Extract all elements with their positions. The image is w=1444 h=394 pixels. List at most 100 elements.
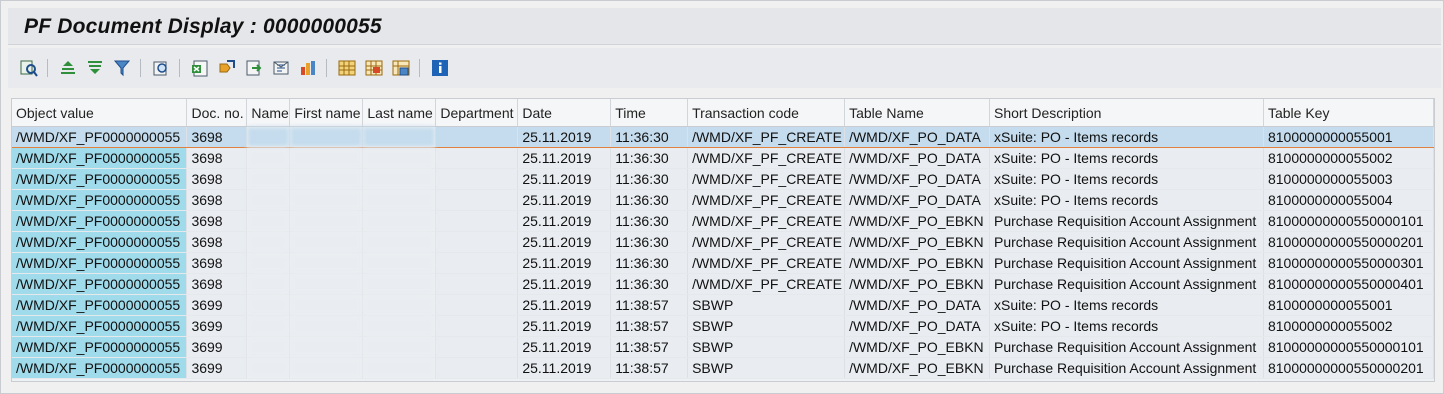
cell-date[interactable]: 25.11.2019 bbox=[517, 315, 612, 337]
cell-table-key[interactable]: 8100000000055001 bbox=[1263, 294, 1434, 316]
sort-descending-icon[interactable] bbox=[84, 57, 106, 79]
cell-time[interactable]: 11:38:57 bbox=[610, 315, 689, 337]
cell-short-description[interactable]: Purchase Requisition Account Assignment bbox=[989, 231, 1264, 253]
change-layout-icon[interactable] bbox=[336, 57, 358, 79]
cell-date[interactable]: 25.11.2019 bbox=[517, 210, 612, 232]
cell-name[interactable] bbox=[246, 231, 291, 253]
cell-name[interactable] bbox=[246, 210, 291, 232]
cell-short-description[interactable]: Purchase Requisition Account Assignment bbox=[989, 336, 1264, 358]
cell-last-name[interactable] bbox=[362, 252, 437, 274]
cell-table-name[interactable]: /WMD/XF_PO_EBKN bbox=[844, 210, 991, 232]
cell-transaction-code[interactable]: /WMD/XF_PF_CREATE bbox=[687, 147, 846, 169]
table-row[interactable]: /WMD/XF_PF0000000055 3699 25.11.2019 11:38:… bbox=[12, 357, 1434, 379]
cell-object-value[interactable]: /WMD/XF_PF0000000055 bbox=[12, 336, 188, 358]
sort-ascending-icon[interactable] bbox=[57, 57, 79, 79]
export-spreadsheet-icon[interactable] bbox=[189, 57, 211, 79]
cell-department[interactable] bbox=[435, 147, 519, 169]
cell-date[interactable]: 25.11.2019 bbox=[517, 126, 612, 148]
word-processing-icon[interactable] bbox=[216, 57, 238, 79]
cell-department[interactable] bbox=[435, 126, 519, 148]
cell-time[interactable]: 11:36:30 bbox=[610, 210, 689, 232]
cell-first-name[interactable] bbox=[289, 189, 364, 211]
filter-icon[interactable] bbox=[111, 57, 133, 79]
cell-last-name[interactable] bbox=[362, 336, 437, 358]
cell-date[interactable]: 25.11.2019 bbox=[517, 189, 612, 211]
cell-object-value[interactable]: /WMD/XF_PF0000000055 bbox=[12, 357, 188, 379]
cell-time[interactable]: 11:36:30 bbox=[610, 189, 689, 211]
cell-table-key[interactable]: 81000000000550000101 bbox=[1263, 210, 1434, 232]
cell-last-name[interactable] bbox=[362, 168, 437, 190]
cell-department[interactable] bbox=[435, 252, 519, 274]
cell-last-name[interactable] bbox=[362, 294, 437, 316]
cell-name[interactable] bbox=[246, 273, 291, 295]
cell-date[interactable]: 25.11.2019 bbox=[517, 147, 612, 169]
graphic-icon[interactable] bbox=[297, 57, 319, 79]
cell-last-name[interactable] bbox=[362, 273, 437, 295]
cell-first-name[interactable] bbox=[289, 231, 364, 253]
cell-department[interactable] bbox=[435, 168, 519, 190]
cell-date[interactable]: 25.11.2019 bbox=[517, 336, 612, 358]
cell-doc-no[interactable]: 3698 bbox=[186, 273, 248, 295]
cell-department[interactable] bbox=[435, 189, 519, 211]
cell-table-key[interactable]: 8100000000055002 bbox=[1263, 315, 1434, 337]
cell-transaction-code[interactable]: SBWP bbox=[687, 357, 846, 379]
cell-table-key[interactable]: 81000000000550000301 bbox=[1263, 252, 1434, 274]
cell-table-key[interactable]: 8100000000055001 bbox=[1263, 126, 1434, 148]
cell-object-value[interactable]: /WMD/XF_PF0000000055 bbox=[12, 210, 188, 232]
cell-doc-no[interactable]: 3699 bbox=[186, 315, 248, 337]
cell-doc-no[interactable]: 3698 bbox=[186, 210, 248, 232]
cell-time[interactable]: 11:36:30 bbox=[610, 231, 689, 253]
cell-name[interactable] bbox=[246, 189, 291, 211]
cell-object-value[interactable]: /WMD/XF_PF0000000055 bbox=[12, 231, 188, 253]
cell-first-name[interactable] bbox=[289, 357, 364, 379]
cell-time[interactable]: 11:38:57 bbox=[610, 357, 689, 379]
table-row[interactable]: /WMD/XF_PF0000000055 3698 25.11.2019 11:36:… bbox=[12, 168, 1434, 190]
cell-object-value[interactable]: /WMD/XF_PF0000000055 bbox=[12, 273, 188, 295]
table-row[interactable]: /WMD/XF_PF0000000055 3698 25.11.2019 11:36:… bbox=[12, 210, 1434, 232]
local-file-icon[interactable] bbox=[243, 57, 265, 79]
cell-object-value[interactable]: /WMD/XF_PF0000000055 bbox=[12, 126, 188, 148]
cell-department[interactable] bbox=[435, 336, 519, 358]
cell-table-key[interactable]: 8100000000055003 bbox=[1263, 168, 1434, 190]
cell-doc-no[interactable]: 3699 bbox=[186, 357, 248, 379]
cell-doc-no[interactable]: 3698 bbox=[186, 252, 248, 274]
column-header-table-name[interactable]: Table Name bbox=[844, 99, 991, 127]
table-row[interactable]: /WMD/XF_PF0000000055 3699 25.11.2019 11:38:… bbox=[12, 315, 1434, 337]
cell-date[interactable]: 25.11.2019 bbox=[517, 252, 612, 274]
save-layout-icon[interactable] bbox=[390, 57, 412, 79]
cell-last-name[interactable] bbox=[362, 231, 437, 253]
cell-doc-no[interactable]: 3699 bbox=[186, 336, 248, 358]
cell-short-description[interactable]: xSuite: PO - Items records bbox=[989, 147, 1264, 169]
cell-transaction-code[interactable]: /WMD/XF_PF_CREATE bbox=[687, 231, 846, 253]
cell-object-value[interactable]: /WMD/XF_PF0000000055 bbox=[12, 168, 188, 190]
cell-doc-no[interactable]: 3699 bbox=[186, 294, 248, 316]
cell-doc-no[interactable]: 3698 bbox=[186, 231, 248, 253]
cell-name[interactable] bbox=[246, 252, 291, 274]
cell-table-name[interactable]: /WMD/XF_PO_DATA bbox=[844, 315, 991, 337]
cell-last-name[interactable] bbox=[362, 315, 437, 337]
cell-department[interactable] bbox=[435, 273, 519, 295]
cell-name[interactable] bbox=[246, 357, 291, 379]
cell-first-name[interactable] bbox=[289, 252, 364, 274]
cell-first-name[interactable] bbox=[289, 315, 364, 337]
cell-time[interactable]: 11:36:30 bbox=[610, 168, 689, 190]
cell-department[interactable] bbox=[435, 210, 519, 232]
cell-transaction-code[interactable]: /WMD/XF_PF_CREATE bbox=[687, 210, 846, 232]
cell-short-description[interactable]: xSuite: PO - Items records bbox=[989, 294, 1264, 316]
cell-short-description[interactable]: xSuite: PO - Items records bbox=[989, 315, 1264, 337]
cell-date[interactable]: 25.11.2019 bbox=[517, 294, 612, 316]
details-icon[interactable] bbox=[18, 57, 40, 79]
cell-table-name[interactable]: /WMD/XF_PO_DATA bbox=[844, 168, 991, 190]
cell-department[interactable] bbox=[435, 357, 519, 379]
cell-name[interactable] bbox=[246, 126, 291, 148]
cell-first-name[interactable] bbox=[289, 168, 364, 190]
cell-name[interactable] bbox=[246, 147, 291, 169]
cell-last-name[interactable] bbox=[362, 147, 437, 169]
table-row[interactable]: /WMD/XF_PF0000000055 3698 25.11.2019 11:36:… bbox=[12, 126, 1434, 148]
cell-short-description[interactable]: xSuite: PO - Items records bbox=[989, 168, 1264, 190]
print-preview-icon[interactable] bbox=[150, 57, 172, 79]
cell-short-description[interactable]: Purchase Requisition Account Assignment bbox=[989, 252, 1264, 274]
table-row[interactable]: /WMD/XF_PF0000000055 3698 25.11.2019 11:36:… bbox=[12, 231, 1434, 253]
column-header-time[interactable]: Time bbox=[610, 99, 689, 127]
cell-short-description[interactable]: Purchase Requisition Account Assignment bbox=[989, 210, 1264, 232]
